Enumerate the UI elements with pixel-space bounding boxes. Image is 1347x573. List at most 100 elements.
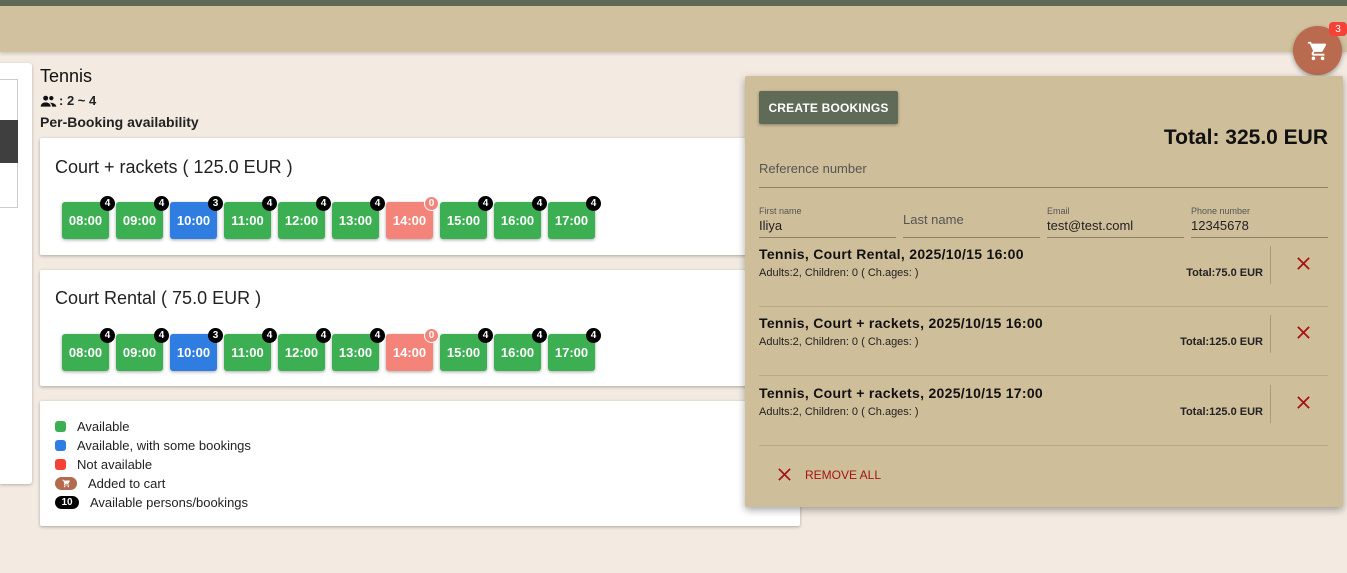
last-name-field[interactable]: Last name: [903, 206, 1040, 238]
persons-text: : 2 ~ 4: [59, 93, 97, 108]
service-title: Court + rackets ( 125.0 EUR ): [55, 157, 293, 177]
time-slot-button[interactable]: 13:00 4: [332, 328, 385, 371]
service-title: Court Rental ( 75.0 EUR ): [55, 288, 262, 308]
time-slot-label: 09:00: [122, 213, 157, 228]
time-slot-button[interactable]: 10:00 3: [170, 196, 223, 239]
availability-count-badge: 4: [262, 328, 277, 343]
time-slot-label: 12:00: [284, 345, 319, 360]
phone-field[interactable]: Phone number 12345678: [1191, 206, 1328, 238]
cart-icon: [61, 479, 70, 488]
first-name-value: Iliya: [759, 218, 783, 233]
legend-persons: 10 Available persons/bookings: [55, 493, 251, 512]
availability-count-badge: 4: [262, 196, 277, 211]
availability-count-badge: 4: [154, 196, 169, 211]
availability-count-badge: 4: [478, 196, 493, 211]
time-slot-button[interactable]: 08:00 4: [62, 328, 115, 371]
cart-item-total: Total:125.0 EUR: [1180, 406, 1263, 418]
create-bookings-button[interactable]: CREATE BOOKINGS: [759, 91, 898, 124]
remove-item-button[interactable]: [1290, 250, 1316, 276]
time-slot-label: 16:00: [500, 213, 535, 228]
time-slot-button[interactable]: 09:00 4: [116, 328, 169, 371]
email-value: test@test.coml: [1047, 218, 1134, 233]
time-slot-button[interactable]: 09:00 4: [116, 196, 169, 239]
time-slot-button[interactable]: 15:00 4: [440, 328, 493, 371]
time-slot-button[interactable]: 12:00 4: [278, 328, 331, 371]
divider: [1270, 246, 1271, 284]
slot-list: 08:00 4 09:00 4 10:00 3 11:00 4 12:00 4 13:00 4 14:0…: [62, 328, 601, 371]
first-name-label: First name: [759, 206, 802, 216]
close-icon: [1296, 395, 1310, 409]
divider: [1270, 385, 1271, 423]
time-slot-button[interactable]: 17:00 4: [548, 196, 601, 239]
legend-added-to-cart: Added to cart: [55, 474, 251, 493]
green-dot-icon: [55, 421, 66, 432]
slot-list: 08:00 4 09:00 4 10:00 3 11:00 4 12:00 4 13:00 4 14:0…: [62, 196, 601, 239]
availability-count-badge: 4: [586, 196, 601, 211]
time-slot-label: 14:00: [392, 213, 427, 228]
phone-value: 12345678: [1191, 218, 1249, 233]
time-slot-button[interactable]: 16:00 4: [494, 196, 547, 239]
close-icon: [778, 468, 791, 481]
availability-mode: Per-Booking availability: [40, 114, 199, 130]
legend: Available Available, with some bookings …: [55, 417, 251, 512]
remove-all-button[interactable]: REMOVE ALL: [777, 467, 881, 482]
side-panel-selected[interactable]: [0, 120, 18, 163]
red-dot-icon: [55, 459, 66, 470]
header-bar: [0, 6, 1347, 52]
legend-available-some: Available, with some bookings: [55, 436, 251, 455]
time-slot-label: 15:00: [446, 213, 481, 228]
time-slot-button[interactable]: 11:00 4: [224, 196, 277, 239]
time-slot-button[interactable]: 13:00 4: [332, 196, 385, 239]
email-label: Email: [1047, 206, 1070, 216]
time-slot-label: 11:00: [231, 345, 264, 360]
availability-count-badge: 4: [478, 328, 493, 343]
first-name-field[interactable]: First name Iliya: [759, 206, 896, 238]
remove-item-button[interactable]: [1290, 319, 1316, 345]
time-slot-label: 14:00: [392, 345, 427, 360]
time-slot-button[interactable]: 11:00 4: [224, 328, 277, 371]
close-icon: [1296, 325, 1310, 339]
time-slot-label: 17:00: [554, 213, 589, 228]
time-slot-button[interactable]: 17:00 4: [548, 328, 601, 371]
remove-item-button[interactable]: [1290, 389, 1316, 415]
side-panel: [0, 63, 32, 484]
time-slot-button[interactable]: 12:00 4: [278, 196, 331, 239]
cart-chip-icon: [55, 477, 77, 490]
time-slot-button[interactable]: 16:00 4: [494, 328, 547, 371]
time-slot-label: 13:00: [338, 345, 373, 360]
time-slot-button[interactable]: 14:00 0: [386, 196, 439, 239]
time-slot-label: 13:00: [338, 213, 373, 228]
cart-item: Tennis, Court + rackets, 2025/10/15 16:0…: [759, 307, 1328, 376]
email-field[interactable]: Email test@test.coml: [1047, 206, 1184, 238]
time-slot-button[interactable]: 15:00 4: [440, 196, 493, 239]
time-slot-label: 16:00: [500, 345, 535, 360]
close-icon: [1296, 256, 1310, 270]
availability-count-badge: 4: [154, 328, 169, 343]
time-slot-button[interactable]: 10:00 3: [170, 328, 223, 371]
availability-count-badge: 4: [316, 196, 331, 211]
cart-item-total: Total:125.0 EUR: [1180, 336, 1263, 348]
time-slot-label: 15:00: [446, 345, 481, 360]
availability-count-badge: 4: [370, 196, 385, 211]
availability-count-badge: 3: [208, 196, 223, 211]
phone-label: Phone number: [1191, 206, 1251, 216]
count-chip: 10: [55, 496, 79, 509]
persons-range: : 2 ~ 4: [40, 93, 96, 108]
legend-available: Available: [55, 417, 251, 436]
service-card-court-rental: Court Rental ( 75.0 EUR ) 08:00 4 09:00 4 10…: [40, 270, 800, 386]
cart-count-badge: 3: [1329, 22, 1347, 36]
availability-count-badge: 0: [424, 196, 439, 211]
cart-item: Tennis, Court Rental, 2025/10/15 16:00 A…: [759, 238, 1328, 307]
legend-not-available: Not available: [55, 455, 251, 474]
reference-number-placeholder: Reference number: [759, 161, 867, 176]
service-card-court-rackets: Court + rackets ( 125.0 EUR ) 08:00 4 09:0…: [40, 138, 800, 255]
reference-number-field[interactable]: Reference number: [759, 161, 1328, 188]
cart-item-details: Adults:2, Children: 0 ( Ch.ages: ): [759, 267, 919, 279]
time-slot-button[interactable]: 14:00 0: [386, 328, 439, 371]
availability-count-badge: 3: [208, 328, 223, 343]
cart-item-title: Tennis, Court Rental, 2025/10/15 16:00: [759, 246, 1024, 262]
time-slot-button[interactable]: 08:00 4: [62, 196, 115, 239]
time-slot-label: 12:00: [284, 213, 319, 228]
availability-count-badge: 4: [532, 196, 547, 211]
time-slot-label: 17:00: [554, 345, 589, 360]
